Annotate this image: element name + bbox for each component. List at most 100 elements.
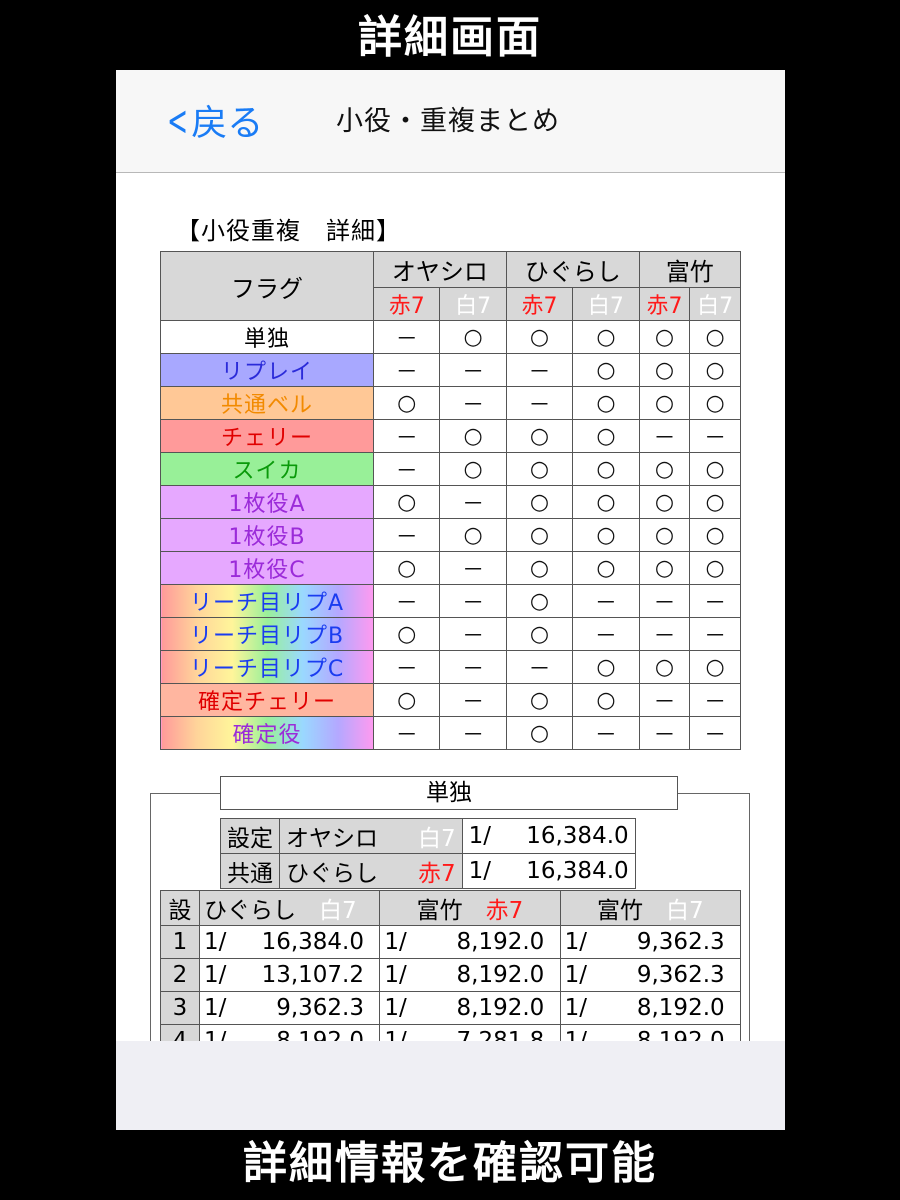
setting-prob-body: 1 1/16,384.0 1/8,192.0 1/9,362.3 2 1/13,107.2… bbox=[160, 925, 742, 1041]
flag-cell: スイカ bbox=[160, 452, 374, 486]
mark-cell: － bbox=[439, 650, 507, 684]
back-button[interactable]: <戻る bbox=[160, 96, 263, 149]
mark-cell: ○ bbox=[372, 617, 441, 651]
sub-header: 赤7 bbox=[638, 287, 691, 321]
mark-cell: ○ bbox=[638, 320, 691, 354]
prob-prefix: 1/ bbox=[384, 962, 407, 988]
seven-label: 白7 bbox=[666, 898, 704, 924]
mark-cell: ○ bbox=[689, 320, 741, 354]
prob-cell: 1/7,281.8 bbox=[379, 1024, 561, 1041]
table-row: 1枚役A ○ － ○ ○ ○ ○ bbox=[160, 485, 741, 519]
prob-value: 8,192.0 bbox=[636, 1028, 725, 1041]
table-row: 設定 オヤシロ 白7 1/16,384.0 bbox=[220, 818, 636, 854]
prob-value: 13,107.2 bbox=[261, 962, 364, 988]
mark-cell: ○ bbox=[572, 320, 640, 354]
top-caption: 詳細画面 bbox=[358, 12, 542, 63]
mark-cell: － bbox=[372, 518, 441, 552]
prob-prefix: 1/ bbox=[564, 962, 588, 988]
prob-prefix: 1/ bbox=[204, 929, 227, 955]
mark-cell: － bbox=[505, 353, 574, 387]
overlap-table-body: 単独－ ○ ○ ○ ○ ○ リプレイ－－－ ○ ○ ○ 共通ベル ○ －－ ○ ○ ○ チェリー－ ○ ○ ○ －－スイ… bbox=[160, 320, 741, 750]
table-row: リーチ目リプC －－－ ○ ○ ○ bbox=[160, 650, 741, 684]
mark-cell: － bbox=[439, 617, 507, 651]
mark-cell: ○ bbox=[689, 551, 741, 585]
prob-cell: 1/16,384.0 bbox=[461, 853, 636, 889]
column-header: 富竹 赤7 bbox=[379, 890, 561, 926]
mark-cell: ○ bbox=[572, 518, 640, 552]
prob-cell: 1/16,384.0 bbox=[461, 818, 636, 854]
mark-cell: － bbox=[372, 716, 441, 750]
mark-cell: ○ bbox=[505, 617, 574, 651]
mark-cell: － bbox=[638, 716, 691, 750]
prob-value: 8,192.0 bbox=[636, 995, 725, 1021]
prob-value: 9,362.3 bbox=[276, 995, 364, 1021]
prob-prefix: 1/ bbox=[204, 1028, 227, 1041]
prob-value: 16,384.0 bbox=[261, 929, 364, 955]
scroll-content[interactable]: 【小役重複 詳細】 フラグ オヤシロ ひぐらし 富竹 赤7 白7 赤7 白7 赤… bbox=[116, 173, 785, 1041]
mark-cell: ○ bbox=[638, 353, 691, 387]
mark-cell: － bbox=[439, 716, 507, 750]
mark-cell: ○ bbox=[638, 386, 691, 420]
prob-cell: 1/9,362.3 bbox=[198, 991, 381, 1025]
mark-cell: ○ bbox=[689, 485, 741, 519]
section-title: 【小役重複 詳細】 bbox=[176, 217, 401, 245]
sub-header: 白7 bbox=[572, 287, 640, 321]
sub-header: 赤7 bbox=[372, 287, 441, 321]
mark-cell: － bbox=[439, 683, 507, 717]
flag-cell: 確定役 bbox=[160, 716, 374, 750]
prob-value: 7,281.8 bbox=[456, 1028, 545, 1041]
prob-value: 16,384.0 bbox=[526, 823, 629, 849]
mark-cell: ○ bbox=[638, 551, 691, 585]
mark-cell: ○ bbox=[638, 518, 691, 552]
sub-header: 赤7 bbox=[505, 287, 574, 321]
setting-number: 3 bbox=[160, 991, 200, 1025]
prob-value: 16,384.0 bbox=[526, 858, 629, 884]
group-header: オヤシロ bbox=[373, 251, 507, 288]
prob-cell: 1/8,192.0 bbox=[379, 991, 561, 1025]
setting-number: 1 bbox=[160, 925, 200, 959]
group-header: ひぐらし bbox=[505, 251, 640, 288]
mark-cell: － bbox=[638, 683, 691, 717]
prob-cell: 1/8,192.0 bbox=[198, 1024, 381, 1041]
mark-cell: ○ bbox=[505, 518, 574, 552]
machine-name: オヤシロ bbox=[286, 826, 378, 852]
prob-cell: 1/9,362.3 bbox=[559, 925, 742, 959]
mark-cell: ○ bbox=[372, 485, 441, 519]
mark-cell: － bbox=[505, 650, 574, 684]
mark-cell: ○ bbox=[439, 518, 507, 552]
setting-header: 設 bbox=[160, 890, 200, 926]
row-label: 共通 bbox=[220, 853, 280, 889]
seven-label: 白7 bbox=[319, 898, 357, 924]
mark-cell: ○ bbox=[572, 386, 640, 420]
mark-cell: ○ bbox=[572, 353, 640, 387]
table-row: 単独－ ○ ○ ○ ○ ○ bbox=[160, 320, 741, 354]
mark-cell: － bbox=[689, 617, 741, 651]
mark-cell: ○ bbox=[505, 452, 574, 486]
prob-value: 8,192.0 bbox=[456, 962, 545, 988]
mark-cell: ○ bbox=[372, 386, 441, 420]
mark-cell: － bbox=[439, 551, 507, 585]
mark-cell: ○ bbox=[638, 452, 691, 486]
mark-cell: － bbox=[439, 386, 507, 420]
seven-label: 赤7 bbox=[485, 898, 524, 924]
mark-cell: ○ bbox=[505, 551, 574, 585]
table-row: チェリー－ ○ ○ ○ －－ bbox=[160, 419, 741, 453]
mark-cell: － bbox=[372, 419, 441, 453]
mark-cell: － bbox=[572, 716, 640, 750]
mark-cell: ○ bbox=[689, 452, 741, 486]
prob-cell: 1/13,107.2 bbox=[198, 958, 381, 992]
sub-header: 白7 bbox=[439, 287, 507, 321]
mark-cell: ○ bbox=[505, 683, 574, 717]
table-row: 1 1/16,384.0 1/8,192.0 1/9,362.3 bbox=[160, 925, 742, 959]
mark-cell: ○ bbox=[439, 452, 507, 486]
mark-cell: ○ bbox=[572, 485, 640, 519]
table-row: 1枚役B － ○ ○ ○ ○ ○ bbox=[160, 518, 741, 552]
chevron-left-icon: < bbox=[167, 96, 189, 145]
mark-cell: － bbox=[372, 320, 441, 354]
mark-cell: ○ bbox=[572, 650, 640, 684]
bottom-caption: 詳細情報を確認可能 bbox=[243, 1138, 657, 1189]
mark-cell: － bbox=[505, 386, 574, 420]
table-row: スイカ－ ○ ○ ○ ○ ○ bbox=[160, 452, 741, 486]
table-row: リーチ目リプA －－ ○ －－－ bbox=[160, 584, 741, 618]
prob-value: 8,192.0 bbox=[456, 929, 545, 955]
